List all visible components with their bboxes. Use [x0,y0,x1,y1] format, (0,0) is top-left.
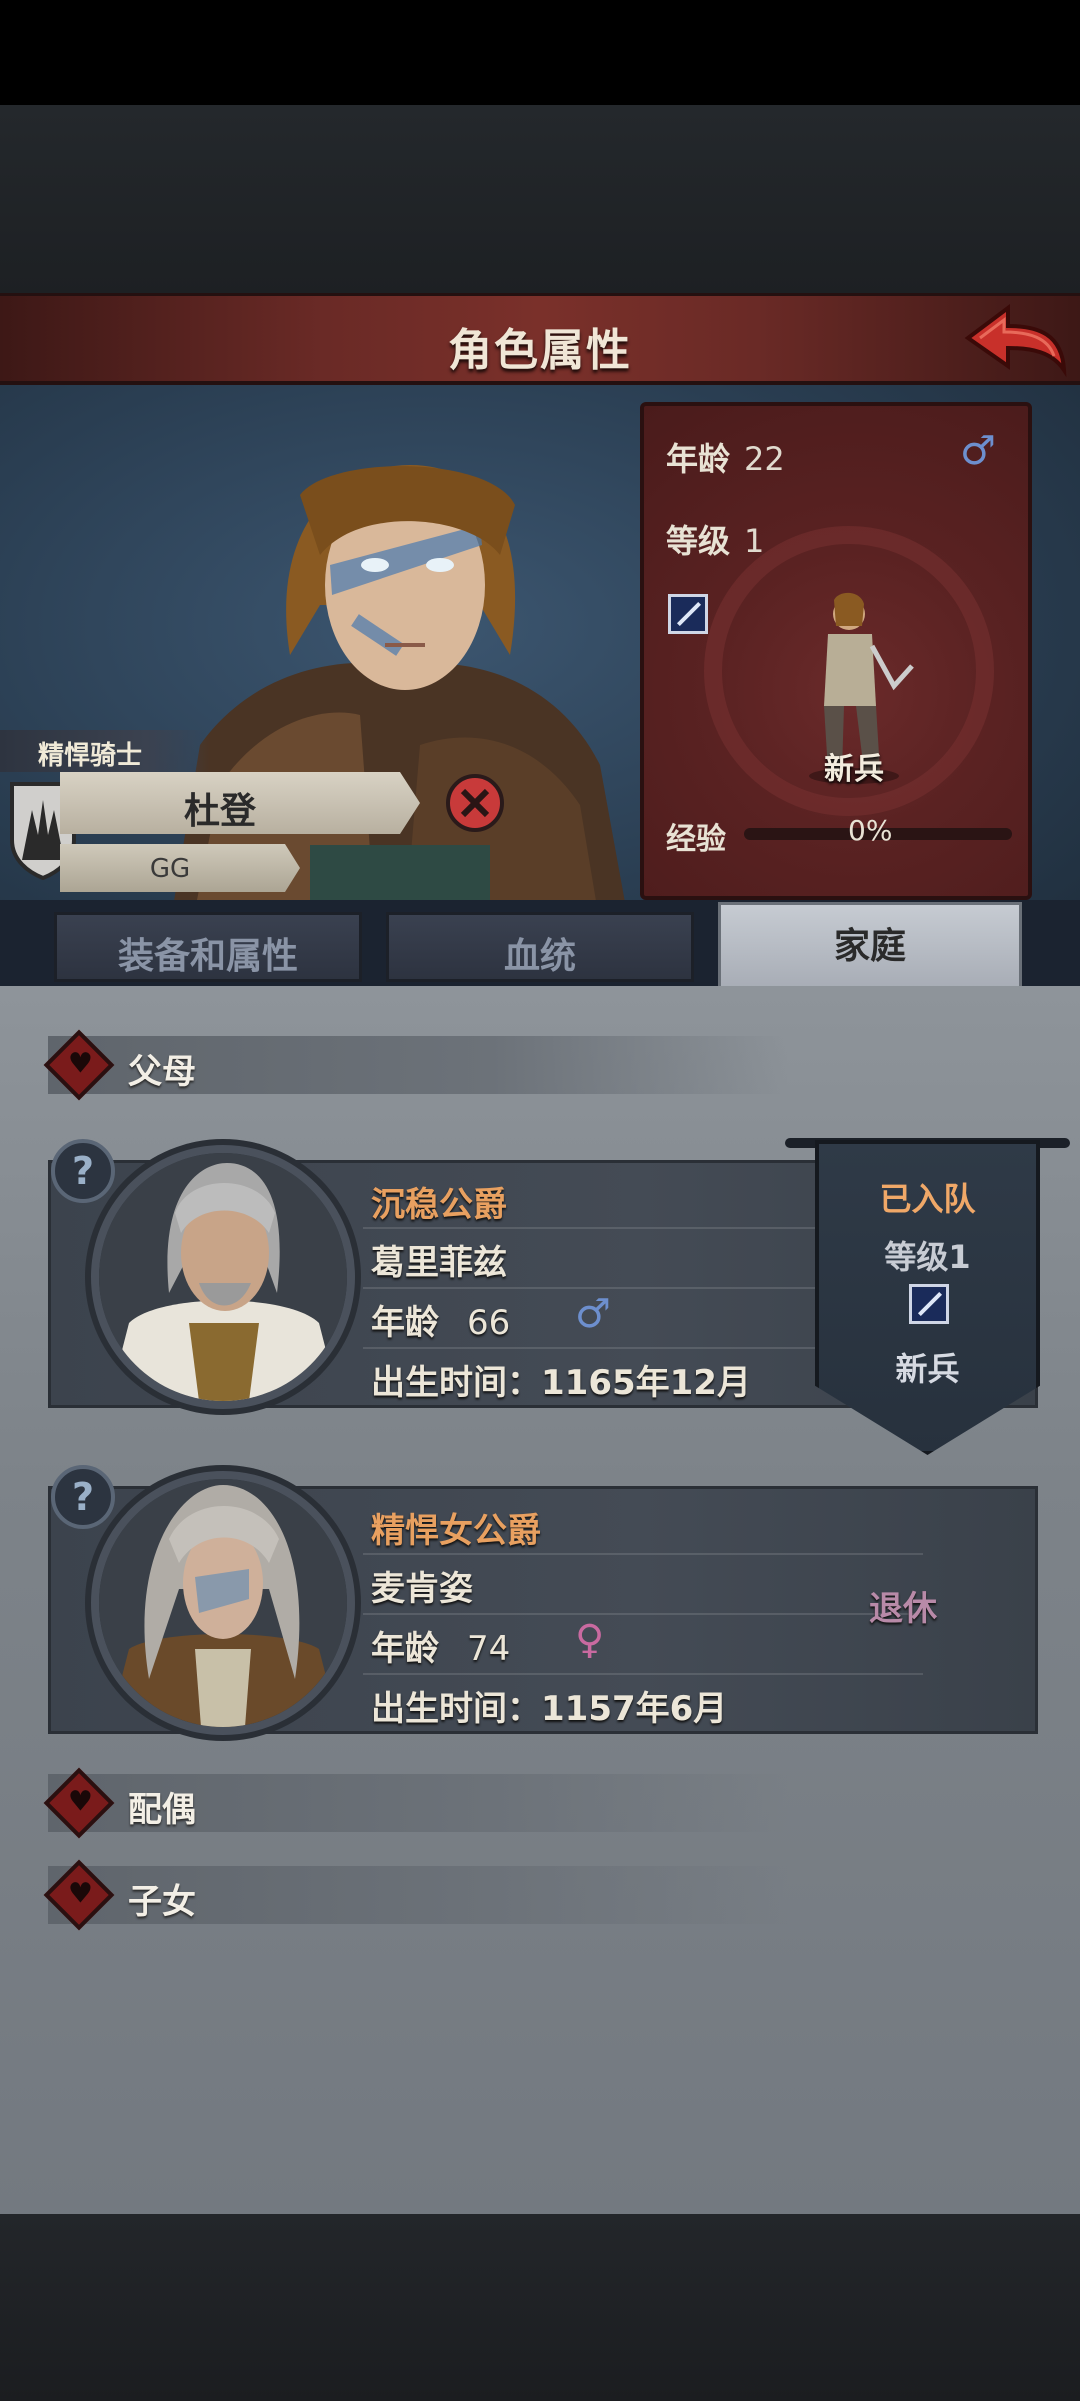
divider [363,1553,923,1555]
heart-icon [43,1029,115,1101]
exp-label: 经验 [666,822,726,857]
tab-equipment[interactable]: 装备和属性 [54,912,362,982]
mother-name: 麦肯姿 [371,1569,473,1609]
spouse-label: 配偶 [128,1790,196,1830]
exp-value: 0% [848,814,893,847]
mother-status: 退休 [869,1589,937,1629]
father-help-button[interactable]: ? [51,1139,115,1203]
back-arrow-icon[interactable] [960,300,1070,380]
tab-bloodline[interactable]: 血统 [386,912,694,982]
hero-name-plate: 杜登 [60,772,420,834]
unit-type: 新兵 [824,752,884,787]
mother-female-icon: ♀ [575,1617,605,1663]
sword-icon [668,594,708,634]
mother-birth: 出生时间：1157年6月 [371,1689,728,1729]
page-title: 角色属性 [448,325,632,376]
dismiss-button[interactable] [446,774,504,832]
hero-subtitle: GG [149,854,191,884]
age-label: 年龄 [666,440,731,478]
father-age-row: 年龄 66 [371,1295,510,1344]
heart-icon [43,1767,115,1839]
class-label: 精悍骑士 [0,730,210,772]
divider [363,1613,923,1615]
age-row: 年龄 22 [666,434,785,480]
parents-label: 父母 [128,1052,196,1092]
father-avatar [91,1145,355,1409]
father-joined: 已入队 [879,1180,976,1218]
father-unit: 新兵 [895,1350,960,1388]
tab-bar: 装备和属性 血统 家庭 [0,900,1080,990]
father-title: 沉稳公爵 [371,1185,507,1225]
father-birth: 出生时间：1165年12月 [371,1363,751,1403]
mother-help-button[interactable]: ? [51,1465,115,1529]
spouse-header: 配偶 [43,1767,788,1839]
hero-name: 杜登 [183,791,256,832]
father-level: 等级1 [884,1238,971,1276]
father-portrait [99,1153,347,1401]
mother-age-value: 74 [467,1629,511,1669]
parents-header: 父母 [43,1029,788,1101]
father-name: 葛里菲兹 [371,1243,507,1283]
children-header: 子女 [43,1859,788,1931]
class-label-text: 精悍骑士 [38,741,143,771]
divider [363,1673,923,1675]
sword-icon [909,1284,949,1324]
mother-avatar [91,1471,355,1735]
male-icon: ♂ [960,428,996,474]
mother-title: 精悍女公爵 [371,1511,541,1551]
bottom-backdrop [0,2214,1080,2401]
father-age-label: 年龄 [371,1303,439,1343]
tab-family[interactable]: 家庭 [718,902,1022,990]
father-age-value: 66 [467,1303,511,1343]
mother-age-label: 年龄 [371,1629,439,1669]
level-label: 等级 [666,522,731,560]
stats-banner: 年龄 22 ♂ 等级 1 新兵 经验 0% [640,402,1032,900]
level-value: 1 [744,522,765,560]
mother-age-row: 年龄 74 [371,1621,510,1670]
child-icon [43,1859,115,1931]
mother-portrait [99,1479,347,1727]
age-value: 22 [744,440,785,478]
title-bar: 角色属性 [0,293,1080,385]
father-male-icon: ♂ [575,1291,611,1337]
children-label: 子女 [128,1882,196,1922]
status-bar-area [0,0,1080,105]
level-row: 等级 1 [666,516,764,562]
top-backdrop [0,105,1080,295]
mother-card[interactable]: ? 精悍女公爵 麦肯姿 年龄 74 ♀ 出生时间：1157年6月 退休 [48,1465,1038,1735]
hero-subtitle-plate: GG [60,844,300,892]
